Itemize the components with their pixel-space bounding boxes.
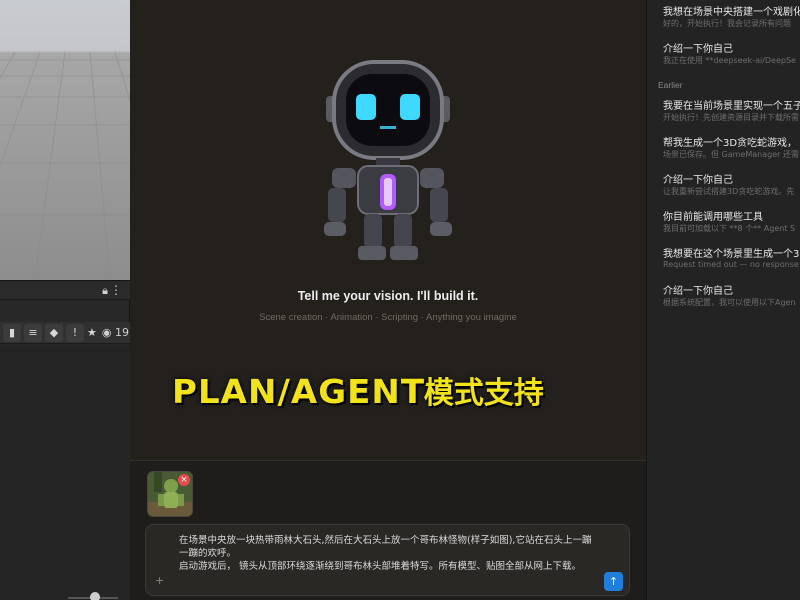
hierarchy-toolbar: ▮ ≡ ◆ ! ★ ◉ 19 <box>0 322 130 344</box>
robot-mascot-icon <box>324 60 452 260</box>
layers-icon[interactable]: ≡ <box>24 323 42 342</box>
app-window: 🔒︎ ⋮ ▮ ≡ ◆ ! ★ ◉ 19 Tell me your vision.… <box>0 0 800 600</box>
tag-icon[interactable]: ◆ <box>45 323 63 342</box>
more-vertical-icon[interactable]: ⋮ <box>110 283 122 297</box>
history-item-subtitle: 场景已保存。但 GameManager 还需 <box>663 150 799 159</box>
history-item[interactable]: 帮我生成一个3D贪吃蛇游戏， 场景已保存。但 GameManager 还需 <box>647 134 800 170</box>
history-item[interactable]: 你目前能调用哪些工具 我目前可加载以下 **8 个** Agent S <box>647 208 800 244</box>
chat-panel: Tell me your vision. I'll build it. Scen… <box>130 0 646 600</box>
remove-attachment-button[interactable]: × <box>178 474 190 486</box>
history-item-subtitle: 我正在使用 **deepseek-ai/DeepSe <box>663 56 796 65</box>
history-item-title: 我要在当前场景里实现一个五子 <box>663 101 800 112</box>
history-item-title: 介绍一下你自己 <box>663 286 733 297</box>
visibility-count[interactable]: ◉ 19 <box>102 324 129 342</box>
history-item-subtitle: Request timed out — no response <box>663 260 799 269</box>
eye-icon: ◉ <box>101 326 115 339</box>
scene-grid <box>0 51 130 280</box>
history-item-title: 你目前能调用哪些工具 <box>663 212 763 223</box>
visibility-count-value: 19 <box>114 326 129 339</box>
history-item-title: 帮我生成一个3D贪吃蛇游戏， <box>663 138 798 149</box>
history-item[interactable]: 我想在场景中央搭建一个戏剧化 好的，开始执行！我会记录所有问题 <box>647 3 800 39</box>
lock-icon[interactable]: 🔒︎ <box>102 284 108 298</box>
history-item[interactable]: 介绍一下你自己 我正在使用 **deepseek-ai/DeepSe <box>647 40 800 76</box>
history-item-subtitle: 我目前可加载以下 **8 个** Agent S <box>663 224 796 233</box>
history-sidebar: 我想在场景中央搭建一个戏剧化 好的，开始执行！我会记录所有问题 介绍一下你自己 … <box>646 0 800 600</box>
history-item-title: 介绍一下你自己 <box>663 175 733 186</box>
history-item[interactable]: 介绍一下你自己 根据系统配置，我可以使用以下Agen <box>647 282 800 318</box>
history-item-title: 我想要在这个场景里生成一个3 <box>663 249 800 260</box>
history-item-title: 我想在场景中央搭建一个戏剧化 <box>663 7 800 18</box>
history-item-subtitle: 开始执行！先创建资源目录并下载所需 <box>663 113 799 122</box>
section-label-earlier: Earlier <box>658 80 683 90</box>
history-item[interactable]: 我想要在这个场景里生成一个3 Request timed out — no re… <box>647 245 800 281</box>
hierarchy-header: 🔒︎ ⋮ <box>0 280 130 300</box>
feature-banner: PLAN/AGENT模式支持 <box>172 368 772 418</box>
history-item[interactable]: 我要在当前场景里实现一个五子 开始执行！先创建资源目录并下载所需 <box>647 97 800 133</box>
send-button[interactable]: ↑ <box>604 572 623 591</box>
hierarchy-list <box>0 345 130 600</box>
history-item-subtitle: 好的，开始执行！我会记录所有问题 <box>663 19 791 28</box>
history-item-title: 介绍一下你自己 <box>663 44 733 55</box>
add-attachment-button[interactable]: + <box>155 574 164 587</box>
hero-title: Tell me your vision. I'll build it. <box>297 289 479 303</box>
unity-left-panel: 🔒︎ ⋮ ▮ ≡ ◆ ! ★ ◉ 19 <box>0 0 130 600</box>
star-icon[interactable]: ★ <box>87 324 97 342</box>
banner-chinese-text: 模式支持 <box>423 376 544 411</box>
history-item-subtitle: 让我重新尝试搭建3D贪吃蛇游戏。先 <box>663 187 795 196</box>
hero-subtitle: Scene creation · Animation · Scripting ·… <box>259 312 517 323</box>
history-item-subtitle: 根据系统配置，我可以使用以下Agen <box>663 298 796 307</box>
scene-view[interactable] <box>0 0 130 280</box>
message-input-text[interactable]: 在场景中央放一块热带雨林大石头,然后在大石头上放一个哥布林怪物(样子如图),它站… <box>179 534 599 573</box>
banner-english-text: PLAN/AGENT <box>172 372 426 411</box>
warning-icon[interactable]: ! <box>66 323 84 342</box>
message-input[interactable]: 在场景中央放一块热带雨林大石头,然后在大石头上放一个哥布林怪物(样子如图),它站… <box>145 524 630 596</box>
history-item[interactable]: 介绍一下你自己 让我重新尝试搭建3D贪吃蛇游戏。先 <box>647 171 800 207</box>
filter-icon[interactable]: ▮ <box>3 323 21 342</box>
zoom-slider-knob[interactable] <box>90 592 100 600</box>
